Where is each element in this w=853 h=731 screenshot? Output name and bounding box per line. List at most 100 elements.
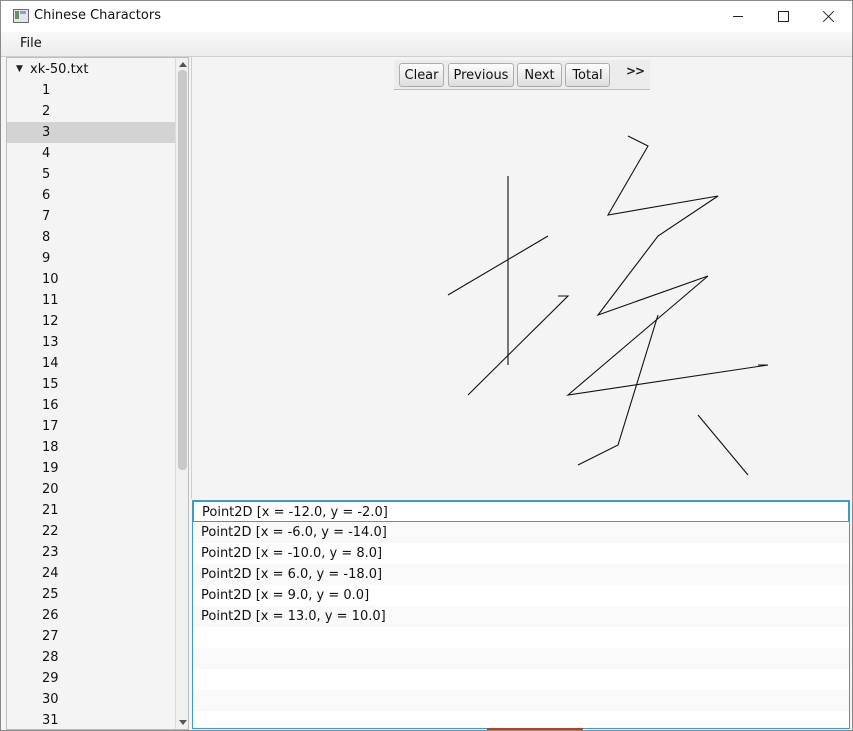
- empty-row: [193, 627, 849, 648]
- tree-item[interactable]: 11: [7, 290, 175, 311]
- scroll-down-icon[interactable]: [179, 720, 187, 725]
- triangle-down-icon[interactable]: ▼: [16, 59, 23, 80]
- stroke-4: [566, 135, 769, 396]
- tree-item-label: 12: [42, 314, 59, 329]
- tree-item[interactable]: 30: [7, 689, 175, 710]
- total-button[interactable]: Total: [565, 63, 610, 87]
- tree-item-label: 16: [42, 398, 59, 413]
- tree-item[interactable]: 16: [7, 395, 175, 416]
- tree-item-label: 2: [42, 104, 51, 119]
- tree-item[interactable]: 26: [7, 605, 175, 626]
- tree-item-label: 25: [42, 587, 59, 602]
- previous-button[interactable]: Previous: [448, 63, 514, 87]
- character-strokes: [447, 135, 769, 476]
- tree-item-label: 28: [42, 650, 59, 665]
- list-item[interactable]: Point2D [x = -6.0, y = -14.0]: [193, 522, 849, 543]
- tree-item[interactable]: 15: [7, 374, 175, 395]
- clear-button[interactable]: Clear: [399, 63, 444, 87]
- tree-item-label: 3: [42, 125, 51, 140]
- tree-item-label: 20: [42, 482, 59, 497]
- tree-item[interactable]: 20: [7, 479, 175, 500]
- tree-item-label: 4: [42, 146, 51, 161]
- tree-item[interactable]: 17: [7, 416, 175, 437]
- tree-item-label: 11: [42, 293, 59, 308]
- close-icon: [822, 10, 835, 23]
- list-item[interactable]: Point2D [x = -12.0, y = -2.0]: [193, 501, 849, 522]
- tree-item[interactable]: 29: [7, 668, 175, 689]
- tree-item[interactable]: 9: [7, 248, 175, 269]
- tree-item[interactable]: 31: [7, 710, 175, 729]
- app-window: Chinese Charactors File ▼ xk-50.txt 1234…: [0, 0, 853, 731]
- list-item[interactable]: Point2D [x = -10.0, y = 8.0]: [193, 543, 849, 564]
- tree-item[interactable]: 19: [7, 458, 175, 479]
- tree-item-label: 24: [42, 566, 59, 581]
- tree-item[interactable]: 27: [7, 626, 175, 647]
- scroll-up-icon[interactable]: [179, 62, 187, 67]
- tree-root[interactable]: ▼ xk-50.txt: [7, 59, 175, 80]
- tree-item-label: 30: [42, 692, 59, 707]
- menu-file[interactable]: File: [14, 36, 48, 51]
- tree-item[interactable]: 5: [7, 164, 175, 185]
- tree-item-label: 18: [42, 440, 59, 455]
- stroke-1: [447, 235, 549, 296]
- tree-item-label: 23: [42, 545, 59, 560]
- empty-row: [193, 711, 849, 728]
- point-label: Point2D [x = 13.0, y = 10.0]: [201, 609, 386, 624]
- tree-item[interactable]: 28: [7, 647, 175, 668]
- tree-item-label: 1: [42, 83, 51, 98]
- point-label: Point2D [x = -12.0, y = -2.0]: [202, 505, 388, 520]
- tree-item-label: 13: [42, 335, 59, 350]
- drawing-canvas[interactable]: Clear Previous Next Total >>: [191, 57, 851, 499]
- tree-item[interactable]: 14: [7, 353, 175, 374]
- tree-item[interactable]: 24: [7, 563, 175, 584]
- tree-item-label: 27: [42, 629, 59, 644]
- tree-item[interactable]: 22: [7, 521, 175, 542]
- tree-item[interactable]: 10: [7, 269, 175, 290]
- list-item[interactable]: Point2D [x = 13.0, y = 10.0]: [193, 606, 849, 627]
- tree-scrollbar[interactable]: [175, 58, 188, 729]
- empty-row: [193, 669, 849, 690]
- tree-item-label: 26: [42, 608, 59, 623]
- close-button[interactable]: [805, 1, 851, 32]
- point-label: Point2D [x = 6.0, y = -18.0]: [201, 567, 383, 582]
- tree-item-label: 29: [42, 671, 59, 686]
- next-button[interactable]: Next: [517, 63, 562, 87]
- app-icon: [13, 9, 29, 23]
- tree-item-label: 22: [42, 524, 59, 539]
- title-bar[interactable]: Chinese Charactors: [1, 1, 852, 32]
- tree-item[interactable]: 25: [7, 584, 175, 605]
- window-title: Chinese Charactors: [34, 8, 161, 23]
- tree-item[interactable]: 2: [7, 101, 175, 122]
- tree-item[interactable]: 13: [7, 332, 175, 353]
- tree-item[interactable]: 1: [7, 80, 175, 101]
- minimize-button[interactable]: [715, 1, 761, 32]
- tree-item[interactable]: 21: [7, 500, 175, 521]
- toolbar: Clear Previous Next Total >>: [394, 60, 650, 90]
- taskbar-accent: [487, 728, 583, 730]
- file-tree[interactable]: ▼ xk-50.txt 1 2 3 4 5 6 7 8 9 10 11 12 13 14 15 16 17 18 1…: [6, 57, 189, 730]
- tree-item-label: 15: [42, 377, 59, 392]
- scroll-thumb[interactable]: [178, 70, 187, 470]
- tree-item[interactable]: 18: [7, 437, 175, 458]
- tree-item[interactable]: 8: [7, 227, 175, 248]
- point-list[interactable]: Point2D [x = -12.0, y = -2.0] Point2D [x …: [192, 500, 850, 729]
- tree-item[interactable]: 4: [7, 143, 175, 164]
- list-item[interactable]: Point2D [x = 9.0, y = 0.0]: [193, 585, 849, 606]
- tree-item-label: 6: [42, 188, 51, 203]
- stroke-3: [467, 295, 570, 396]
- tree-item[interactable]: 7: [7, 206, 175, 227]
- stroke-5: [577, 314, 659, 466]
- tree-item-label: 31: [42, 713, 59, 728]
- tree-item[interactable]: 23: [7, 542, 175, 563]
- tree-item[interactable]: 12: [7, 311, 175, 332]
- overflow-button[interactable]: >>: [626, 64, 645, 78]
- list-item[interactable]: Point2D [x = 6.0, y = -18.0]: [193, 564, 849, 585]
- maximize-icon: [777, 11, 789, 22]
- maximize-button[interactable]: [760, 1, 806, 32]
- tree-item[interactable]: 3: [7, 122, 175, 143]
- tree-item-label: 19: [42, 461, 59, 476]
- tree-item-label: 9: [42, 251, 51, 266]
- stroke-6: [697, 414, 749, 476]
- tree-item-label: 8: [42, 230, 51, 245]
- tree-item[interactable]: 6: [7, 185, 175, 206]
